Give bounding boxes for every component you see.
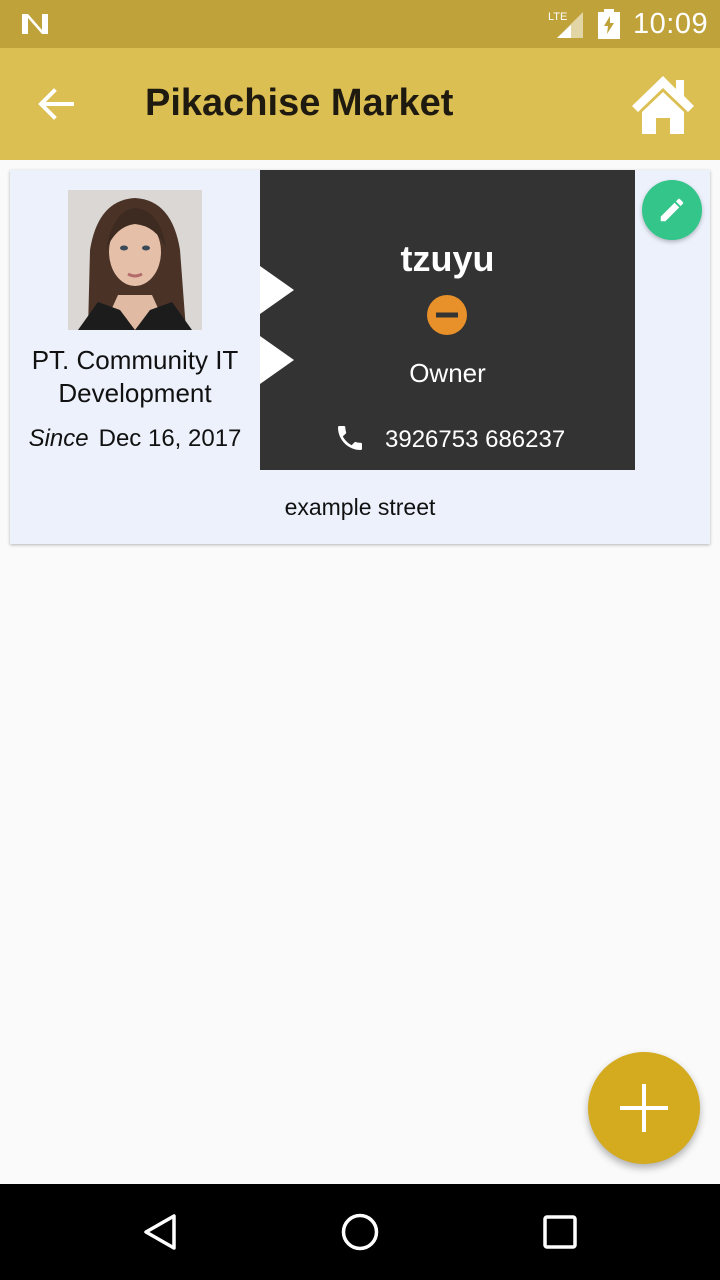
battery-charging-icon <box>598 9 620 39</box>
owner-role: Owner <box>409 358 486 388</box>
pencil-icon <box>660 198 684 222</box>
since-date: Dec 16, 2017 <box>98 425 242 452</box>
add-button[interactable] <box>588 1052 700 1164</box>
nav-back-icon[interactable] <box>140 1212 180 1252</box>
address: example street <box>284 494 436 520</box>
owner-name: tzuyu <box>400 238 495 279</box>
page-title: Pikachise Market <box>145 82 454 124</box>
since-label: Since <box>28 425 89 452</box>
franchise-card[interactable]: PT. Community IT Development Since Dec 16… <box>10 170 710 544</box>
svg-text:LTE: LTE <box>548 11 567 23</box>
notification-n-icon <box>22 14 48 34</box>
app-bar: Pikachise Market <box>0 48 720 160</box>
nav-recents-icon[interactable] <box>542 1214 578 1250</box>
phone-number: 3926753 686237 <box>385 426 566 453</box>
home-icon[interactable] <box>630 72 696 136</box>
company-name: PT. Community IT Development <box>31 345 239 408</box>
clock-time: 10:09 <box>633 8 709 40</box>
avatar <box>68 190 202 330</box>
edit-button[interactable] <box>642 180 702 240</box>
since-row: Since Dec 16, 2017 <box>10 425 260 453</box>
status-minus-icon <box>427 295 467 335</box>
phone-icon <box>338 426 362 450</box>
plus-icon <box>620 1084 668 1132</box>
system-nav-bar <box>0 1184 720 1280</box>
nav-home-icon[interactable] <box>340 1212 380 1252</box>
status-bar: LTE 10:09 <box>0 0 720 48</box>
arrow-back-icon[interactable] <box>36 86 76 122</box>
owner-panel: tzuyu Owner 3926753 686237 <box>260 170 635 470</box>
lte-signal-icon: LTE <box>548 11 583 38</box>
